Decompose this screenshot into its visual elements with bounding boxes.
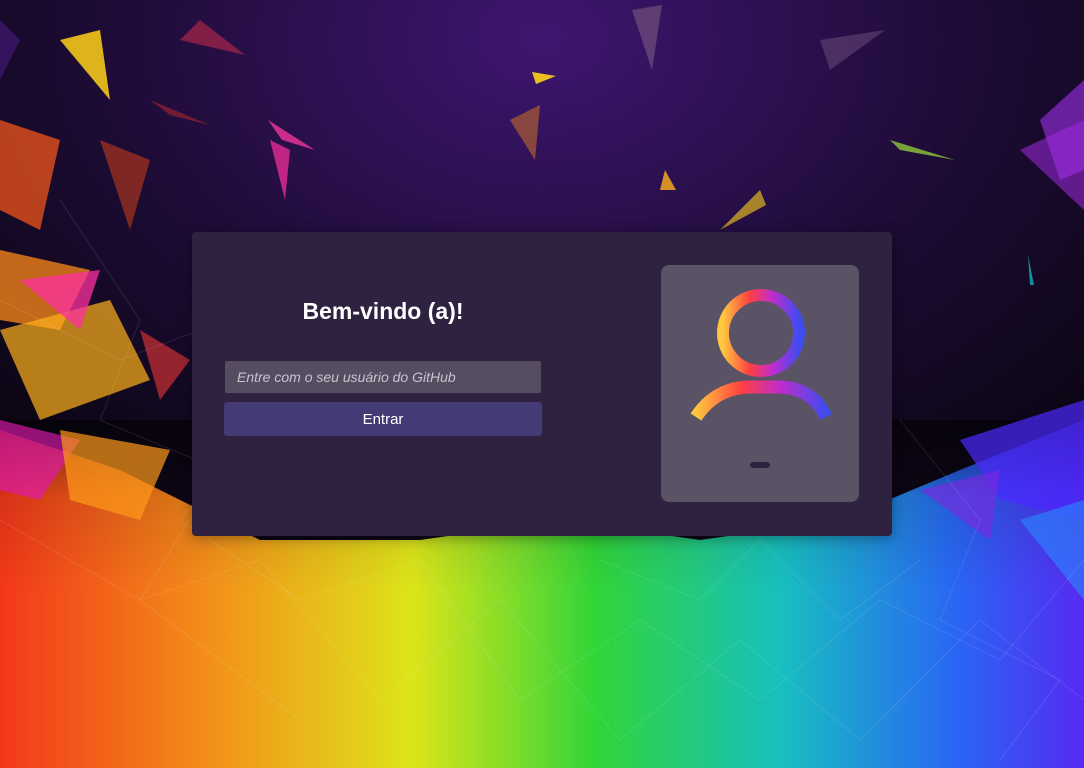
user-avatar-icon: [690, 289, 832, 421]
avatar-indicator: [750, 462, 770, 468]
login-card: Bem-vindo (a)! Entrar: [192, 232, 892, 536]
page-title: Bem-vindo (a)!: [302, 298, 464, 324]
enter-button[interactable]: Entrar: [224, 402, 542, 436]
github-username-input[interactable]: [225, 361, 541, 393]
page-viewport: Bem-vindo (a)! Entrar: [0, 0, 1084, 768]
avatar-panel: [661, 265, 859, 502]
